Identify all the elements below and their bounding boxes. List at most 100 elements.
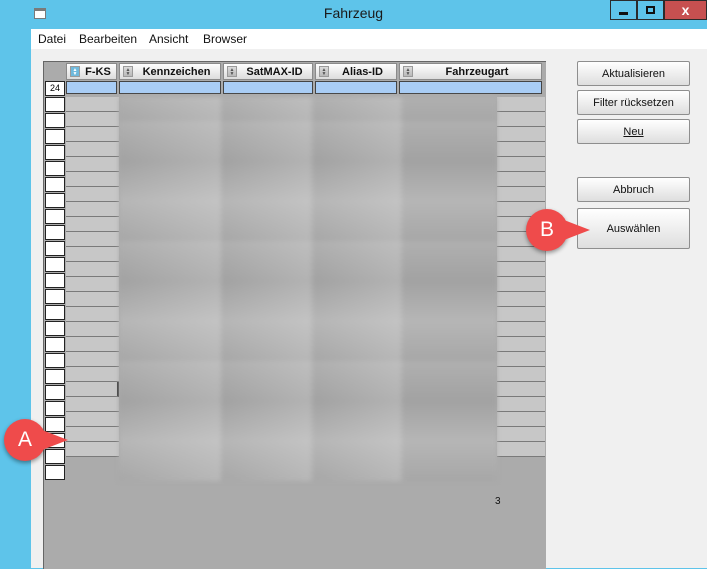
table-cell[interactable] [497, 307, 545, 322]
table-cell[interactable] [497, 172, 545, 187]
table-cell[interactable] [66, 412, 119, 427]
table-cell[interactable] [66, 112, 119, 127]
row-header[interactable] [45, 465, 65, 480]
sort-icon[interactable]: ▲ ▼ [70, 66, 80, 77]
fks-column-cells[interactable] [66, 97, 119, 457]
sort-icon[interactable]: ▲ ▼ [319, 66, 329, 77]
row-header[interactable] [45, 241, 65, 256]
table-cell[interactable] [66, 337, 119, 352]
row-header[interactable] [45, 209, 65, 224]
col-header-alias-id[interactable]: ▲ ▼ Alias-ID [315, 63, 397, 80]
record-count: 24 [45, 81, 65, 96]
table-cell[interactable] [497, 352, 545, 367]
table-cell[interactable] [497, 412, 545, 427]
table-cell[interactable] [497, 367, 545, 382]
minimize-button[interactable] [610, 0, 637, 20]
table-cell[interactable] [66, 97, 119, 112]
row-header[interactable] [45, 225, 65, 240]
table-cell[interactable] [66, 172, 119, 187]
table-cell[interactable] [66, 142, 119, 157]
table-cell[interactable] [66, 397, 119, 412]
table-cell[interactable] [497, 322, 545, 337]
col-header-fks[interactable]: ▲ ▼ F-KS [66, 63, 117, 80]
sort-icon[interactable]: ▲ ▼ [123, 66, 133, 77]
row-header[interactable] [45, 401, 65, 416]
filter-fahrzeugart[interactable] [399, 81, 542, 94]
select-button[interactable]: Auswählen [577, 208, 690, 249]
menu-ansicht[interactable]: Ansicht [149, 32, 188, 46]
close-button[interactable]: x [664, 0, 707, 20]
filter-satmax-id[interactable] [223, 81, 313, 94]
table-cell[interactable] [497, 382, 545, 397]
filter-kennzeichen[interactable] [119, 81, 221, 94]
row-header[interactable] [45, 193, 65, 208]
table-cell[interactable] [497, 157, 545, 172]
table-cell[interactable] [497, 262, 545, 277]
row-header[interactable] [45, 321, 65, 336]
menu-bearbeiten[interactable]: Bearbeiten [79, 32, 137, 46]
row-header[interactable] [45, 113, 65, 128]
table-cell[interactable] [66, 352, 119, 367]
cancel-button[interactable]: Abbruch [577, 177, 690, 202]
row-header[interactable] [45, 145, 65, 160]
table-cell[interactable] [66, 427, 119, 442]
row-header[interactable] [45, 305, 65, 320]
table-cell[interactable] [66, 442, 119, 457]
table-cell[interactable] [497, 142, 545, 157]
sort-icon[interactable]: ▲ ▼ [403, 66, 413, 77]
row-header[interactable] [45, 385, 65, 400]
refresh-button[interactable]: Aktualisieren [577, 61, 690, 86]
table-cell[interactable] [497, 187, 545, 202]
filter-fks[interactable] [66, 81, 117, 94]
table-cell[interactable] [497, 127, 545, 142]
table-cell[interactable] [497, 337, 545, 352]
vehicle-grid[interactable]: ▲ ▼ F-KS ▲ ▼ Kennzeichen ▲ ▼ SatMAX-ID ▲ ▼ A… [43, 61, 546, 569]
row-header[interactable] [45, 353, 65, 368]
table-cell[interactable] [66, 382, 119, 397]
table-cell[interactable] [66, 307, 119, 322]
row-header[interactable] [45, 257, 65, 272]
table-cell[interactable] [497, 427, 545, 442]
table-cell[interactable] [497, 397, 545, 412]
sort-icon[interactable]: ▲ ▼ [227, 66, 237, 77]
table-cell[interactable] [497, 442, 545, 457]
col-header-kennzeichen[interactable]: ▲ ▼ Kennzeichen [119, 63, 221, 80]
row-header[interactable] [45, 369, 65, 384]
fahrzeugart-column-cells[interactable] [497, 97, 545, 457]
table-cell[interactable] [497, 112, 545, 127]
table-cell[interactable] [66, 232, 119, 247]
new-button[interactable]: Neu [577, 119, 690, 144]
col-header-satmax-id[interactable]: ▲ ▼ SatMAX-ID [223, 63, 313, 80]
menu-browser[interactable]: Browser [203, 32, 247, 46]
table-cell[interactable] [66, 292, 119, 307]
table-cell[interactable] [66, 157, 119, 172]
table-cell[interactable] [66, 127, 119, 142]
row-header[interactable] [45, 337, 65, 352]
window-title: Fahrzeug [323, 5, 384, 21]
reset-filter-button[interactable]: Filter rücksetzen [577, 90, 690, 115]
table-cell[interactable] [66, 277, 119, 292]
row-header[interactable] [45, 97, 65, 112]
row-header[interactable] [45, 161, 65, 176]
table-cell[interactable] [66, 247, 119, 262]
row-header[interactable] [45, 129, 65, 144]
row-header[interactable] [45, 289, 65, 304]
filter-alias-id[interactable] [315, 81, 397, 94]
row-header[interactable] [45, 177, 65, 192]
menu-datei[interactable]: Datei [38, 32, 66, 46]
table-cell[interactable] [497, 292, 545, 307]
table-cell[interactable] [66, 322, 119, 337]
table-cell[interactable] [66, 217, 119, 232]
table-cell[interactable] [497, 277, 545, 292]
table-cell[interactable] [497, 97, 545, 112]
table-cell[interactable] [66, 187, 119, 202]
menu-bar: Datei Bearbeiten Ansicht Browser [31, 29, 707, 49]
table-cell[interactable] [66, 202, 119, 217]
maximize-button[interactable] [637, 0, 664, 20]
table-cell[interactable] [66, 262, 119, 277]
row-header[interactable] [45, 273, 65, 288]
window-client: Datei Bearbeiten Ansicht Browser ▲ ▼ F-KS… [31, 29, 707, 569]
col-header-fahrzeugart[interactable]: ▲ ▼ Fahrzeugart [399, 63, 542, 80]
table-cell[interactable] [66, 367, 119, 382]
row-header[interactable] [45, 449, 65, 464]
